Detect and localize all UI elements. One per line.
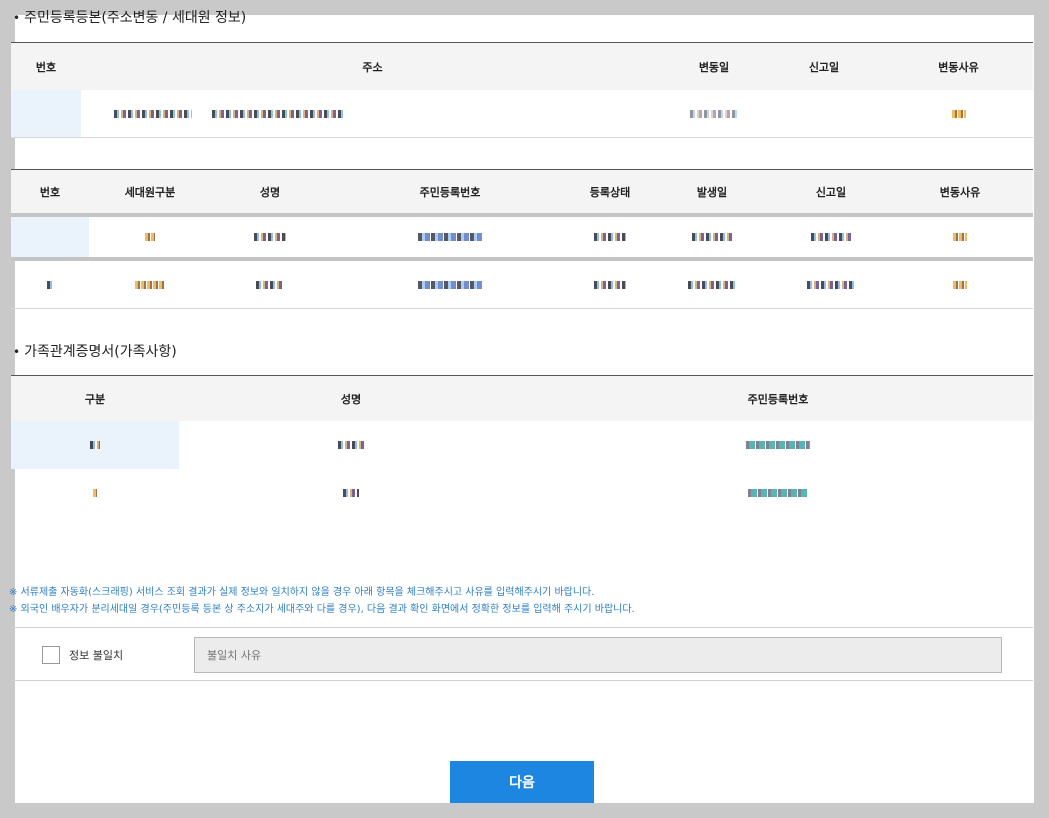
row-status-redacted: [571, 261, 649, 308]
row-name-redacted: [179, 421, 523, 469]
row-name-redacted: [211, 217, 329, 257]
section-title-resident: • 주민등록등본(주소변동 / 세대원 정보): [13, 10, 247, 26]
header-resident-number: 주민등록번호: [419, 185, 481, 199]
table-row[interactable]: [11, 469, 1033, 517]
family-table: 구분 성명 주민등록번호: [11, 375, 1033, 517]
mismatch-row: 정보 불일치: [11, 627, 1033, 681]
notice-scraping: ※ 서류제출 자동화(스크래핑) 서비스 조회 결과가 실제 정보와 일치하지 …: [9, 587, 595, 598]
notice-foreign-spouse: ※ 외국인 배우자가 분리세대일 경우(주민등록 등본 상 주소지가 세대주와 …: [9, 604, 635, 615]
bullet-icon: •: [13, 11, 21, 25]
family-table-header: 구분 성명 주민등록번호: [11, 375, 1033, 421]
mismatch-reason-input[interactable]: [194, 637, 1002, 673]
header-occur-date: 발생일: [696, 185, 728, 199]
header-name: 성명: [259, 185, 281, 199]
row-report-date-redacted: [775, 261, 887, 308]
header-resident-number: 주민등록번호: [747, 392, 809, 406]
mismatch-label: 정보 불일치: [69, 649, 124, 662]
table-row[interactable]: [11, 90, 1033, 138]
member-table-header: 번호 세대원구분 성명 주민등록번호 등록상태 발생일 신고일 변동사유: [11, 169, 1033, 213]
row-relation-redacted: [11, 469, 179, 517]
header-name: 성명: [340, 392, 362, 406]
header-number: 번호: [35, 60, 57, 74]
row-resident-number-redacted: [523, 421, 1033, 469]
row-member-type-redacted: [89, 217, 211, 257]
row-reason-redacted: [884, 90, 1033, 137]
row-name-redacted: [211, 261, 329, 308]
header-member-type: 세대원구분: [124, 185, 176, 199]
header-relation: 구분: [84, 392, 106, 406]
table-row[interactable]: [11, 213, 1033, 261]
header-change-date: 변동일: [698, 60, 730, 74]
row-change-date-redacted: [664, 90, 764, 137]
household-member-table: 번호 세대원구분 성명 주민등록번호 등록상태 발생일 신고일 변동사유: [11, 169, 1033, 309]
row-resident-number-redacted: [329, 217, 571, 257]
header-number: 번호: [39, 185, 61, 199]
row-relation-redacted: [11, 421, 179, 469]
header-report-date: 신고일: [815, 185, 847, 199]
row-occur-date-redacted: [649, 217, 775, 257]
form-page: • 주민등록등본(주소변동 / 세대원 정보) 번호 주소 변동일 신고일 변동사…: [9, 10, 1034, 803]
table-row[interactable]: [11, 261, 1033, 309]
address-table-header: 번호 주소 변동일 신고일 변동사유: [11, 42, 1033, 90]
header-report-date: 신고일: [808, 60, 840, 74]
row-reason-redacted: [887, 261, 1033, 308]
header-change-reason: 변동사유: [938, 60, 979, 74]
row-number: [11, 90, 81, 137]
row-member-type-redacted: [89, 261, 211, 308]
row-report-date: [764, 90, 884, 137]
row-name-redacted: [179, 469, 523, 517]
row-number-redacted: [11, 261, 89, 308]
header-change-reason: 변동사유: [939, 185, 981, 199]
row-resident-number-redacted: [329, 261, 571, 308]
header-address: 주소: [362, 60, 383, 74]
table-row[interactable]: [11, 421, 1033, 469]
row-status-redacted: [571, 217, 649, 257]
header-status: 등록상태: [589, 185, 631, 199]
next-button[interactable]: 다음: [450, 761, 594, 803]
address-table: 번호 주소 변동일 신고일 변동사유: [11, 42, 1033, 138]
row-number: [11, 217, 89, 257]
row-occur-date-redacted: [649, 261, 775, 308]
bullet-icon: •: [13, 345, 21, 359]
mismatch-checkbox[interactable]: [42, 646, 60, 664]
row-report-date-redacted: [775, 217, 887, 257]
section-title-family: • 가족관계증명서(가족사항): [13, 344, 177, 360]
row-reason-redacted: [887, 217, 1033, 257]
row-address-redacted: [81, 90, 664, 137]
row-resident-number-redacted: [523, 469, 1033, 517]
